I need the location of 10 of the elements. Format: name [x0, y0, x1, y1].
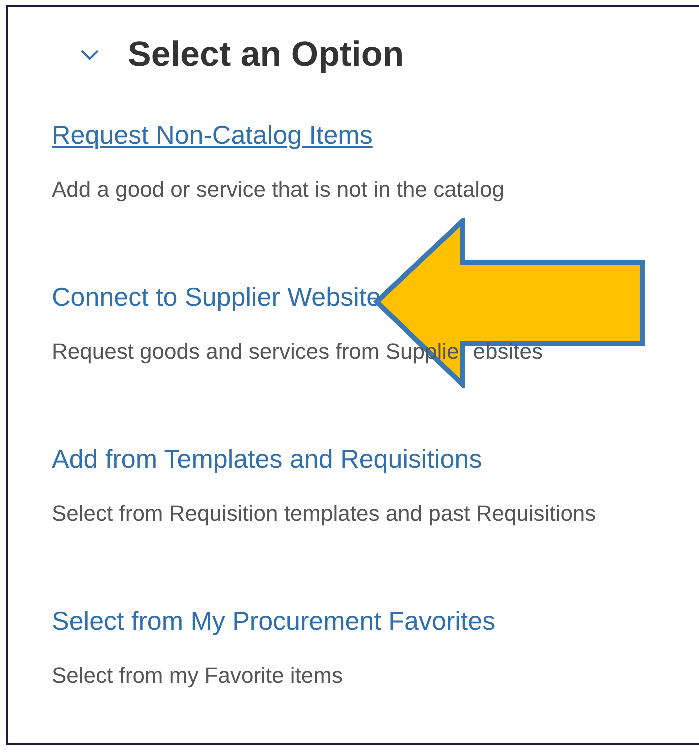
option-description: ebsites — [473, 339, 543, 365]
option-description: Select from Requisition templates and past Requisitions — [52, 501, 596, 527]
option-link[interactable]: Select from My Procurement Favorites — [52, 606, 496, 636]
chevron-icon[interactable] — [80, 49, 100, 61]
panel-title: Select an Option — [128, 35, 404, 75]
option-description: Add a good or service that is not in the catalog — [52, 177, 505, 203]
option-link[interactable]: Request Non-Catalog Items — [52, 120, 373, 150]
option-link[interactable]: Connect to Supplier Website — [52, 282, 382, 312]
option-link[interactable]: Add from Templates and Requisitions — [52, 444, 482, 474]
option-description: Select from my Favorite items — [52, 663, 343, 689]
